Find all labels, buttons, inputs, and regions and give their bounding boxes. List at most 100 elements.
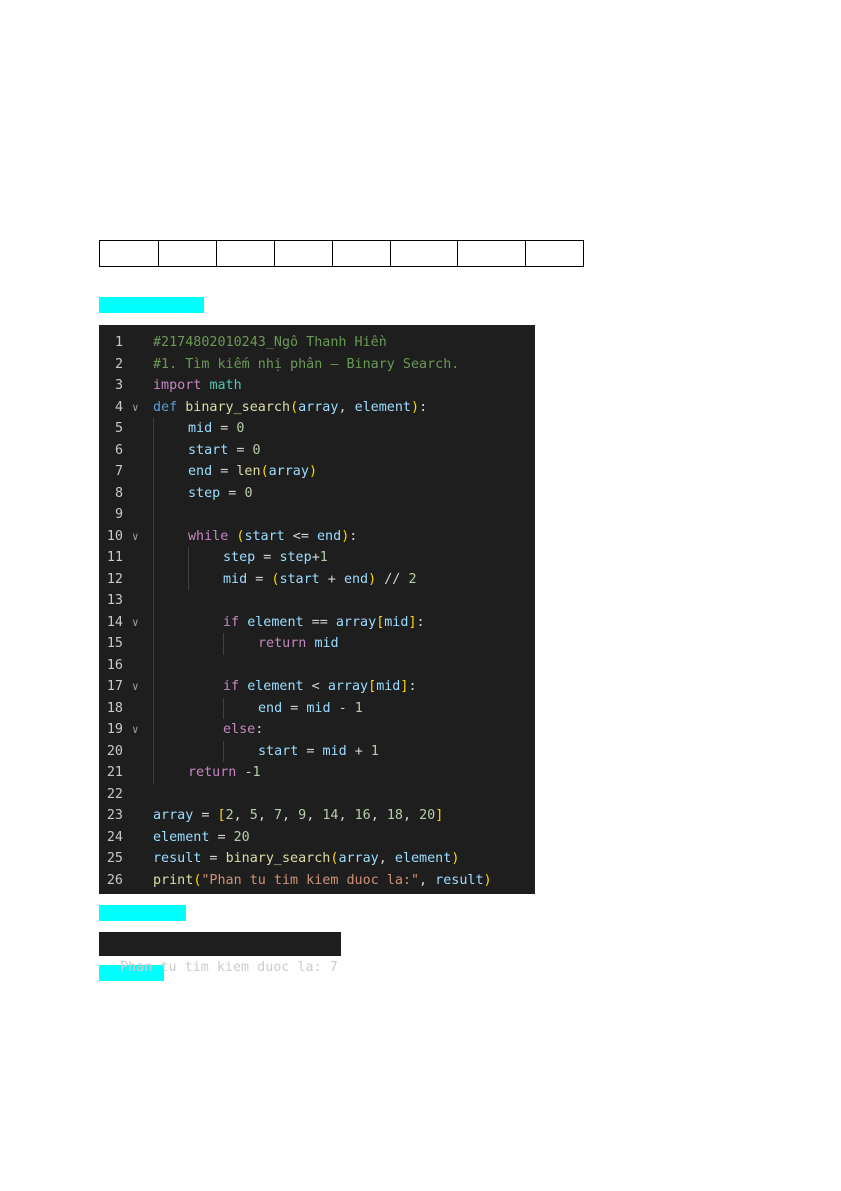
fold-chevron-icon[interactable]: ∨: [132, 612, 139, 633]
code-line: 17 ∨ if element < array[mid]:: [99, 676, 535, 697]
line-number: 24: [106, 829, 123, 845]
line-number: 25: [106, 851, 123, 866]
code-token: return: [258, 636, 307, 651]
code-text: return -1: [188, 762, 261, 783]
code-token: =: [228, 442, 253, 458]
code-token: 2: [225, 808, 234, 823]
code-token: result: [435, 872, 484, 888]
code-token: #1. Tìm kiếm nhị phân – Binary Search.: [153, 356, 460, 372]
code-text: if element == array[mid]:: [223, 612, 425, 633]
highlight-heading-code: [99, 297, 204, 313]
code-token: =: [201, 851, 226, 866]
code-line: 11 step = step+1: [99, 547, 535, 568]
line-number: 26: [106, 872, 123, 888]
code-line: 18 end = mid - 1: [99, 698, 535, 719]
code-token: mid: [306, 700, 331, 716]
code-text: step = 0: [188, 483, 253, 504]
line-number: 4: [114, 399, 123, 415]
code-token: ): [411, 399, 420, 415]
code-text: mid = (start + end) // 2: [223, 569, 417, 590]
code-token: 14: [322, 808, 339, 823]
code-token: print: [153, 872, 194, 888]
code-token: 20: [419, 808, 436, 823]
line-number: 7: [114, 464, 123, 479]
terminal-output: Phan tu tim kiem duoc la: 7: [99, 932, 341, 975]
code-token: ,: [233, 808, 250, 823]
code-line: 23 array = [2, 5, 7, 9, 14, 16, 18, 20]: [99, 805, 535, 826]
code-text: element = 20: [153, 827, 250, 848]
code-line: 24 element = 20: [99, 827, 535, 848]
code-text: result = binary_search(array, element): [153, 848, 459, 869]
code-line: 5 mid = 0: [99, 418, 535, 439]
code-token: ): [451, 851, 460, 866]
line-number: 13: [106, 593, 123, 608]
line-number: 10: [106, 528, 123, 544]
code-token: mid: [223, 571, 248, 587]
code-line: 25 result = binary_search(array, element): [99, 848, 535, 869]
code-token: mid: [322, 743, 347, 759]
code-token: ): [368, 571, 377, 587]
code-token: 1: [319, 550, 328, 565]
code-token: start: [258, 743, 299, 759]
code-token: def: [153, 399, 178, 415]
code-token: array: [268, 464, 309, 479]
fold-chevron-icon[interactable]: ∨: [132, 719, 139, 740]
code-line: 4 ∨ def binary_search(array, element):: [99, 397, 535, 418]
code-token: start: [188, 442, 229, 458]
code-text: if element < array[mid]:: [223, 676, 417, 697]
code-token: ==: [303, 614, 336, 630]
code-line: 20 start = mid + 1: [99, 741, 535, 762]
code-token: array: [327, 679, 369, 694]
code-token: =: [209, 829, 234, 845]
line-number: 2: [114, 356, 123, 372]
indent-guide: [188, 547, 189, 590]
code-token: :: [408, 679, 417, 694]
code-token: if: [223, 614, 240, 630]
fold-chevron-icon[interactable]: ∨: [132, 526, 139, 547]
code-token: :: [416, 614, 425, 630]
code-text: mid = 0: [188, 418, 244, 439]
code-token: start: [244, 528, 285, 544]
code-line: 14 ∨ if element == array[mid]:: [99, 612, 535, 633]
code-text: else:: [223, 719, 263, 740]
code-token: 0: [244, 485, 253, 501]
code-line: 8 step = 0: [99, 483, 535, 504]
code-line: 21 return -1: [99, 762, 535, 783]
code-token: 2: [408, 571, 417, 587]
code-token: 16: [354, 808, 371, 823]
code-token: start: [279, 571, 320, 587]
code-token: element: [247, 679, 304, 694]
line-number: 21: [106, 765, 123, 780]
code-token: while: [188, 528, 229, 544]
code-token: +: [311, 550, 320, 565]
code-token: step: [279, 550, 312, 565]
code-token: binary_search: [225, 851, 331, 866]
code-text: def binary_search(array, element):: [153, 397, 427, 418]
code-token: return: [188, 765, 237, 780]
table-cell: [525, 240, 584, 267]
table-cell: [390, 240, 458, 267]
highlight-heading-output: [99, 905, 186, 921]
code-token: +: [346, 743, 371, 759]
code-token: step: [223, 550, 256, 565]
fold-chevron-icon[interactable]: ∨: [132, 676, 139, 697]
indent-guide: [223, 697, 224, 719]
code-token: :: [419, 399, 428, 415]
line-number: 17: [106, 679, 123, 694]
code-token: ,: [257, 808, 274, 823]
code-token: mid: [314, 636, 339, 651]
code-line: 22: [99, 784, 535, 805]
code-token: +: [319, 571, 344, 587]
code-token: element: [247, 614, 304, 630]
code-token: end: [343, 571, 369, 587]
fold-chevron-icon[interactable]: ∨: [132, 397, 139, 418]
code-line: 1 #2174802010243_Ngô Thanh Hiền: [99, 332, 535, 353]
code-token: 18: [386, 808, 403, 823]
code-token: 5: [249, 808, 258, 823]
code-token: :: [349, 528, 358, 544]
code-token: element: [394, 851, 452, 866]
code-line: 9: [99, 504, 535, 525]
code-token: <=: [284, 528, 317, 544]
